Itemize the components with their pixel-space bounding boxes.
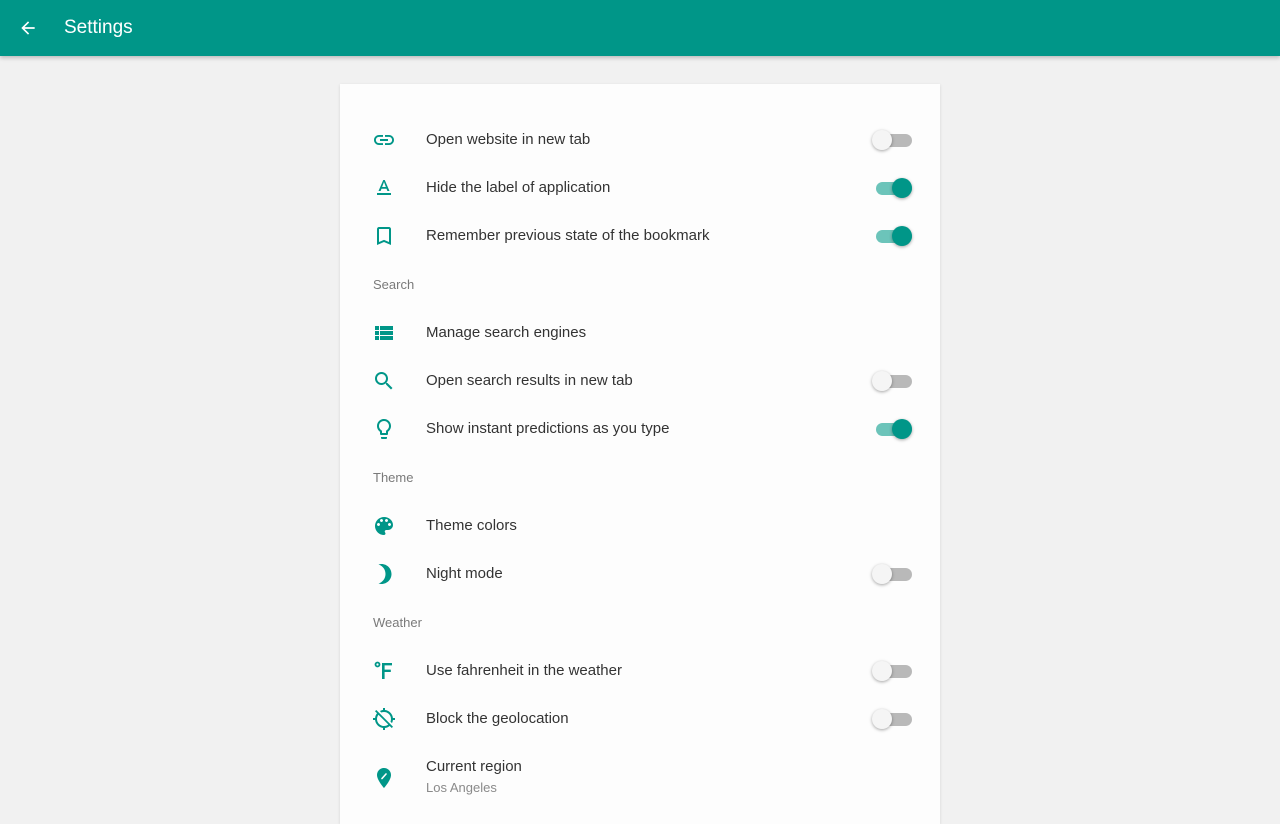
setting-instant-predictions[interactable]: Show instant predictions as you type	[340, 405, 940, 453]
night-mode-toggle[interactable]	[872, 564, 912, 584]
setting-label: Hide the label of application	[426, 179, 611, 196]
setting-hide-app-label[interactable]: Hide the label of application	[340, 164, 940, 212]
setting-label: Night mode	[426, 565, 503, 582]
setting-label: Open search results in new tab	[426, 372, 633, 389]
use-fahrenheit-toggle[interactable]	[872, 661, 912, 681]
list-icon	[372, 321, 396, 345]
search-icon	[372, 369, 396, 393]
link-icon	[372, 128, 396, 152]
section-header-search: Search	[373, 277, 415, 292]
arrow-back-icon	[21, 21, 35, 35]
setting-label: Manage search engines	[426, 324, 587, 341]
block-geolocation-toggle[interactable]	[872, 709, 912, 729]
instant-predictions-toggle[interactable]	[872, 419, 912, 439]
current-region-value: Los Angeles	[426, 780, 497, 795]
setting-manage-search-engines[interactable]: Manage search engines	[340, 309, 940, 357]
setting-label: Remember previous state of the bookmark	[426, 227, 710, 244]
app-bar: Settings	[0, 0, 1280, 56]
setting-block-geolocation[interactable]: Block the geolocation	[340, 695, 940, 743]
fahrenheit-icon	[372, 659, 396, 683]
palette-icon	[372, 514, 396, 538]
page-title: Settings	[64, 17, 133, 38]
setting-label: Theme colors	[426, 517, 517, 534]
lightbulb-icon	[372, 417, 396, 441]
open-search-results-toggle[interactable]	[872, 371, 912, 391]
setting-open-website-new-tab[interactable]: Open website in new tab	[340, 116, 940, 164]
text-format-icon	[372, 176, 396, 200]
section-header-weather: Weather	[373, 615, 422, 630]
moon-icon	[372, 562, 396, 586]
setting-label: Block the geolocation	[426, 710, 569, 727]
bookmark-icon	[372, 224, 396, 248]
remember-bookmark-state-toggle[interactable]	[872, 226, 912, 246]
setting-open-search-results-new-tab[interactable]: Open search results in new tab	[340, 357, 940, 405]
settings-card: Open website in new tab Hide the label o…	[340, 84, 940, 824]
setting-label: Open website in new tab	[426, 131, 591, 148]
back-button[interactable]	[14, 14, 42, 42]
section-header-theme: Theme	[373, 470, 414, 485]
setting-remember-bookmark-state[interactable]: Remember previous state of the bookmark	[340, 212, 940, 260]
setting-current-region[interactable]: Current region Los Angeles	[340, 754, 940, 802]
setting-use-fahrenheit[interactable]: Use fahrenheit in the weather	[340, 647, 940, 695]
setting-theme-colors[interactable]: Theme colors	[340, 502, 940, 550]
setting-label: Current region	[426, 758, 522, 775]
location-disabled-icon	[372, 707, 396, 731]
setting-night-mode[interactable]: Night mode	[340, 550, 940, 598]
setting-label: Use fahrenheit in the weather	[426, 662, 622, 679]
setting-label: Show instant predictions as you type	[426, 420, 670, 437]
place-icon	[372, 766, 396, 790]
hide-app-label-toggle[interactable]	[872, 178, 912, 198]
open-website-new-tab-toggle[interactable]	[872, 130, 912, 150]
